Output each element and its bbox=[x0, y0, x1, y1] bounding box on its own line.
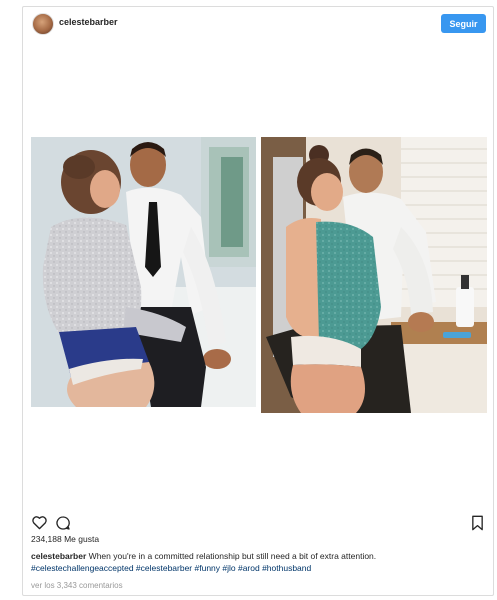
caption-text: When you're in a committed relationship … bbox=[88, 551, 377, 561]
avatar[interactable] bbox=[32, 13, 54, 35]
heart-icon[interactable] bbox=[31, 515, 48, 530]
post-caption: celestebarber When you're in a committed… bbox=[31, 550, 471, 574]
post-media[interactable] bbox=[23, 41, 493, 513]
post-image-right bbox=[261, 137, 487, 413]
post-image-left bbox=[31, 137, 256, 407]
caption-hashtags[interactable]: #celestechallengeaccepted #celestebarber… bbox=[31, 563, 311, 573]
view-comments-link[interactable]: ver los 3,343 comentarios bbox=[31, 581, 123, 590]
likes-count[interactable]: 234,188 Me gusta bbox=[31, 534, 99, 544]
post-actions bbox=[23, 513, 493, 533]
bookmark-icon[interactable] bbox=[471, 515, 484, 531]
post-header: celestebarber Seguir bbox=[23, 7, 493, 42]
post-card: celestebarber Seguir 234,188 Me gusta ce… bbox=[22, 6, 494, 596]
follow-button[interactable]: Seguir bbox=[441, 14, 486, 33]
caption-username[interactable]: celestebarber bbox=[31, 551, 86, 561]
comment-icon[interactable] bbox=[55, 515, 71, 531]
username[interactable]: celestebarber bbox=[59, 17, 118, 27]
